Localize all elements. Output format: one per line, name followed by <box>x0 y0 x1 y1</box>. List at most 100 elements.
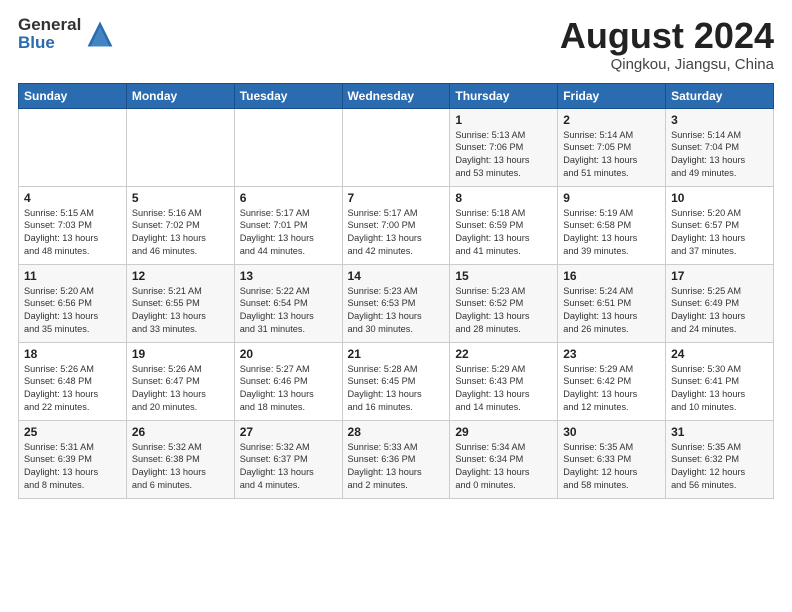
weekday-header-saturday: Saturday <box>666 83 774 108</box>
day-info: Sunrise: 5:34 AM Sunset: 6:34 PM Dayligh… <box>455 441 552 493</box>
day-number: 7 <box>348 191 445 205</box>
calendar-cell: 9 Sunrise: 5:19 AM Sunset: 6:58 PM Daylig… <box>558 186 666 264</box>
day-number: 11 <box>24 269 121 283</box>
calendar-cell: 30Sunrise: 5:35 AM Sunset: 6:33 PM Dayli… <box>558 420 666 498</box>
calendar-cell: 21Sunrise: 5:28 AM Sunset: 6:45 PM Dayli… <box>342 342 450 420</box>
calendar-cell: 26 Sunrise: 5:32 AM Sunset: 6:38 PM Dayli… <box>126 420 234 498</box>
day-info: Sunrise: 5:16 AM Sunset: 7:02 PM Dayligh… <box>132 207 229 259</box>
calendar-cell <box>126 108 234 186</box>
day-info: Sunrise: 5:29 AM Sunset: 6:43 PM Dayligh… <box>455 363 552 415</box>
day-info: Sunrise: 5:15 AM Sunset: 7:03 PM Dayligh… <box>24 207 121 259</box>
calendar-cell: 14Sunrise: 5:23 AM Sunset: 6:53 PM Dayli… <box>342 264 450 342</box>
day-number: 8 <box>455 191 552 205</box>
logo: General Blue <box>18 16 114 52</box>
calendar-cell: 19Sunrise: 5:26 AM Sunset: 6:47 PM Dayli… <box>126 342 234 420</box>
day-info: Sunrise: 5:17 AM Sunset: 7:01 PM Dayligh… <box>240 207 337 259</box>
day-number: 9 <box>563 191 660 205</box>
day-info: Sunrise: 5:27 AM Sunset: 6:46 PM Dayligh… <box>240 363 337 415</box>
day-number: 16 <box>563 269 660 283</box>
calendar-cell: 17 Sunrise: 5:25 AM Sunset: 6:49 PM Dayli… <box>666 264 774 342</box>
header: General Blue August 2024 Qingkou, Jiangs… <box>18 16 774 73</box>
calendar-cell: 10 Sunrise: 5:20 AM Sunset: 6:57 PM Dayli… <box>666 186 774 264</box>
day-number: 26 <box>132 425 229 439</box>
day-number: 4 <box>24 191 121 205</box>
weekday-header-row: SundayMondayTuesdayWednesdayThursdayFrid… <box>19 83 774 108</box>
calendar-cell: 29Sunrise: 5:34 AM Sunset: 6:34 PM Dayli… <box>450 420 558 498</box>
logo-blue: Blue <box>18 34 81 52</box>
day-info: Sunrise: 5:22 AM Sunset: 6:54 PM Dayligh… <box>240 285 337 337</box>
calendar-cell: 24 Sunrise: 5:30 AM Sunset: 6:41 PM Dayli… <box>666 342 774 420</box>
day-info: Sunrise: 5:26 AM Sunset: 6:48 PM Dayligh… <box>24 363 121 415</box>
day-info: Sunrise: 5:20 AM Sunset: 6:57 PM Dayligh… <box>671 207 768 259</box>
day-number: 23 <box>563 347 660 361</box>
page: General Blue August 2024 Qingkou, Jiangs… <box>0 0 792 612</box>
calendar-cell <box>234 108 342 186</box>
calendar-cell: 15Sunrise: 5:23 AM Sunset: 6:52 PM Dayli… <box>450 264 558 342</box>
calendar-cell: 1 Sunrise: 5:13 AM Sunset: 7:06 PM Daylig… <box>450 108 558 186</box>
calendar-cell: 27 Sunrise: 5:32 AM Sunset: 6:37 PM Dayli… <box>234 420 342 498</box>
week-row-2: 4 Sunrise: 5:15 AM Sunset: 7:03 PM Daylig… <box>19 186 774 264</box>
day-number: 27 <box>240 425 337 439</box>
weekday-header-friday: Friday <box>558 83 666 108</box>
day-info: Sunrise: 5:19 AM Sunset: 6:58 PM Dayligh… <box>563 207 660 259</box>
day-number: 28 <box>348 425 445 439</box>
day-number: 10 <box>671 191 768 205</box>
calendar-cell: 11 Sunrise: 5:20 AM Sunset: 6:56 PM Dayli… <box>19 264 127 342</box>
calendar-cell: 4 Sunrise: 5:15 AM Sunset: 7:03 PM Daylig… <box>19 186 127 264</box>
calendar-cell: 6 Sunrise: 5:17 AM Sunset: 7:01 PM Daylig… <box>234 186 342 264</box>
month-title: August 2024 <box>560 16 774 56</box>
day-info: Sunrise: 5:29 AM Sunset: 6:42 PM Dayligh… <box>563 363 660 415</box>
weekday-header-wednesday: Wednesday <box>342 83 450 108</box>
day-info: Sunrise: 5:13 AM Sunset: 7:06 PM Dayligh… <box>455 129 552 181</box>
weekday-header-thursday: Thursday <box>450 83 558 108</box>
day-info: Sunrise: 5:31 AM Sunset: 6:39 PM Dayligh… <box>24 441 121 493</box>
weekday-header-monday: Monday <box>126 83 234 108</box>
day-info: Sunrise: 5:18 AM Sunset: 6:59 PM Dayligh… <box>455 207 552 259</box>
day-number: 15 <box>455 269 552 283</box>
day-number: 19 <box>132 347 229 361</box>
day-number: 14 <box>348 269 445 283</box>
day-number: 20 <box>240 347 337 361</box>
day-number: 24 <box>671 347 768 361</box>
week-row-3: 11 Sunrise: 5:20 AM Sunset: 6:56 PM Dayli… <box>19 264 774 342</box>
calendar-table: SundayMondayTuesdayWednesdayThursdayFrid… <box>18 83 774 499</box>
calendar-cell: 25Sunrise: 5:31 AM Sunset: 6:39 PM Dayli… <box>19 420 127 498</box>
day-info: Sunrise: 5:25 AM Sunset: 6:49 PM Dayligh… <box>671 285 768 337</box>
calendar-cell: 3 Sunrise: 5:14 AM Sunset: 7:04 PM Daylig… <box>666 108 774 186</box>
day-info: Sunrise: 5:20 AM Sunset: 6:56 PM Dayligh… <box>24 285 121 337</box>
logo-general: General <box>18 16 81 34</box>
day-number: 3 <box>671 113 768 127</box>
day-info: Sunrise: 5:32 AM Sunset: 6:38 PM Dayligh… <box>132 441 229 493</box>
day-number: 18 <box>24 347 121 361</box>
calendar-cell: 12Sunrise: 5:21 AM Sunset: 6:55 PM Dayli… <box>126 264 234 342</box>
calendar-cell: 20 Sunrise: 5:27 AM Sunset: 6:46 PM Dayli… <box>234 342 342 420</box>
calendar-cell: 16 Sunrise: 5:24 AM Sunset: 6:51 PM Dayli… <box>558 264 666 342</box>
day-info: Sunrise: 5:14 AM Sunset: 7:04 PM Dayligh… <box>671 129 768 181</box>
day-number: 1 <box>455 113 552 127</box>
week-row-1: 1 Sunrise: 5:13 AM Sunset: 7:06 PM Daylig… <box>19 108 774 186</box>
day-number: 31 <box>671 425 768 439</box>
day-number: 13 <box>240 269 337 283</box>
calendar-cell: 8 Sunrise: 5:18 AM Sunset: 6:59 PM Daylig… <box>450 186 558 264</box>
calendar-cell: 23 Sunrise: 5:29 AM Sunset: 6:42 PM Dayli… <box>558 342 666 420</box>
day-info: Sunrise: 5:24 AM Sunset: 6:51 PM Dayligh… <box>563 285 660 337</box>
weekday-header-tuesday: Tuesday <box>234 83 342 108</box>
day-number: 6 <box>240 191 337 205</box>
day-number: 5 <box>132 191 229 205</box>
logo-text: General Blue <box>18 16 114 52</box>
calendar-cell: 2Sunrise: 5:14 AM Sunset: 7:05 PM Daylig… <box>558 108 666 186</box>
calendar-cell: 18 Sunrise: 5:26 AM Sunset: 6:48 PM Dayli… <box>19 342 127 420</box>
calendar-cell: 5 Sunrise: 5:16 AM Sunset: 7:02 PM Daylig… <box>126 186 234 264</box>
day-number: 17 <box>671 269 768 283</box>
day-number: 12 <box>132 269 229 283</box>
day-number: 30 <box>563 425 660 439</box>
calendar-cell: 28Sunrise: 5:33 AM Sunset: 6:36 PM Dayli… <box>342 420 450 498</box>
calendar-cell: 22 Sunrise: 5:29 AM Sunset: 6:43 PM Dayli… <box>450 342 558 420</box>
day-info: Sunrise: 5:35 AM Sunset: 6:32 PM Dayligh… <box>671 441 768 493</box>
day-number: 22 <box>455 347 552 361</box>
day-info: Sunrise: 5:30 AM Sunset: 6:41 PM Dayligh… <box>671 363 768 415</box>
logo-icon <box>86 20 114 48</box>
day-number: 2 <box>563 113 660 127</box>
week-row-5: 25Sunrise: 5:31 AM Sunset: 6:39 PM Dayli… <box>19 420 774 498</box>
day-info: Sunrise: 5:32 AM Sunset: 6:37 PM Dayligh… <box>240 441 337 493</box>
